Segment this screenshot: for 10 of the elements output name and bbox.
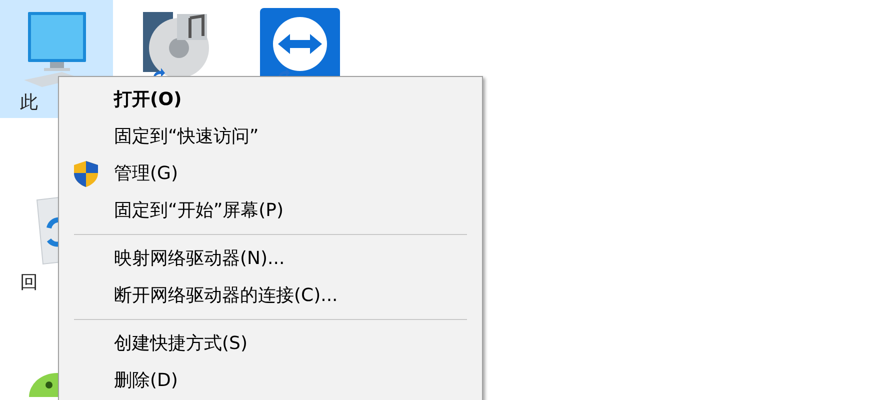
menu-item[interactable]: 创建快捷方式(S) <box>61 325 480 362</box>
menu-item[interactable]: 固定到“开始”屏幕(P) <box>61 192 480 229</box>
menu-item[interactable]: 断开网络驱动器的连接(C)... <box>61 277 480 314</box>
menu-item[interactable]: 固定到“快速访问” <box>61 118 480 155</box>
menu-item[interactable]: 管理(G) <box>61 155 480 192</box>
menu-item[interactable]: 映射网络驱动器(N)... <box>61 240 480 277</box>
icon-label: 回 <box>20 274 38 292</box>
menu-item[interactable]: 删除(D) <box>61 362 480 399</box>
icon-label: 此 <box>20 94 38 112</box>
shield-icon <box>73 160 99 188</box>
